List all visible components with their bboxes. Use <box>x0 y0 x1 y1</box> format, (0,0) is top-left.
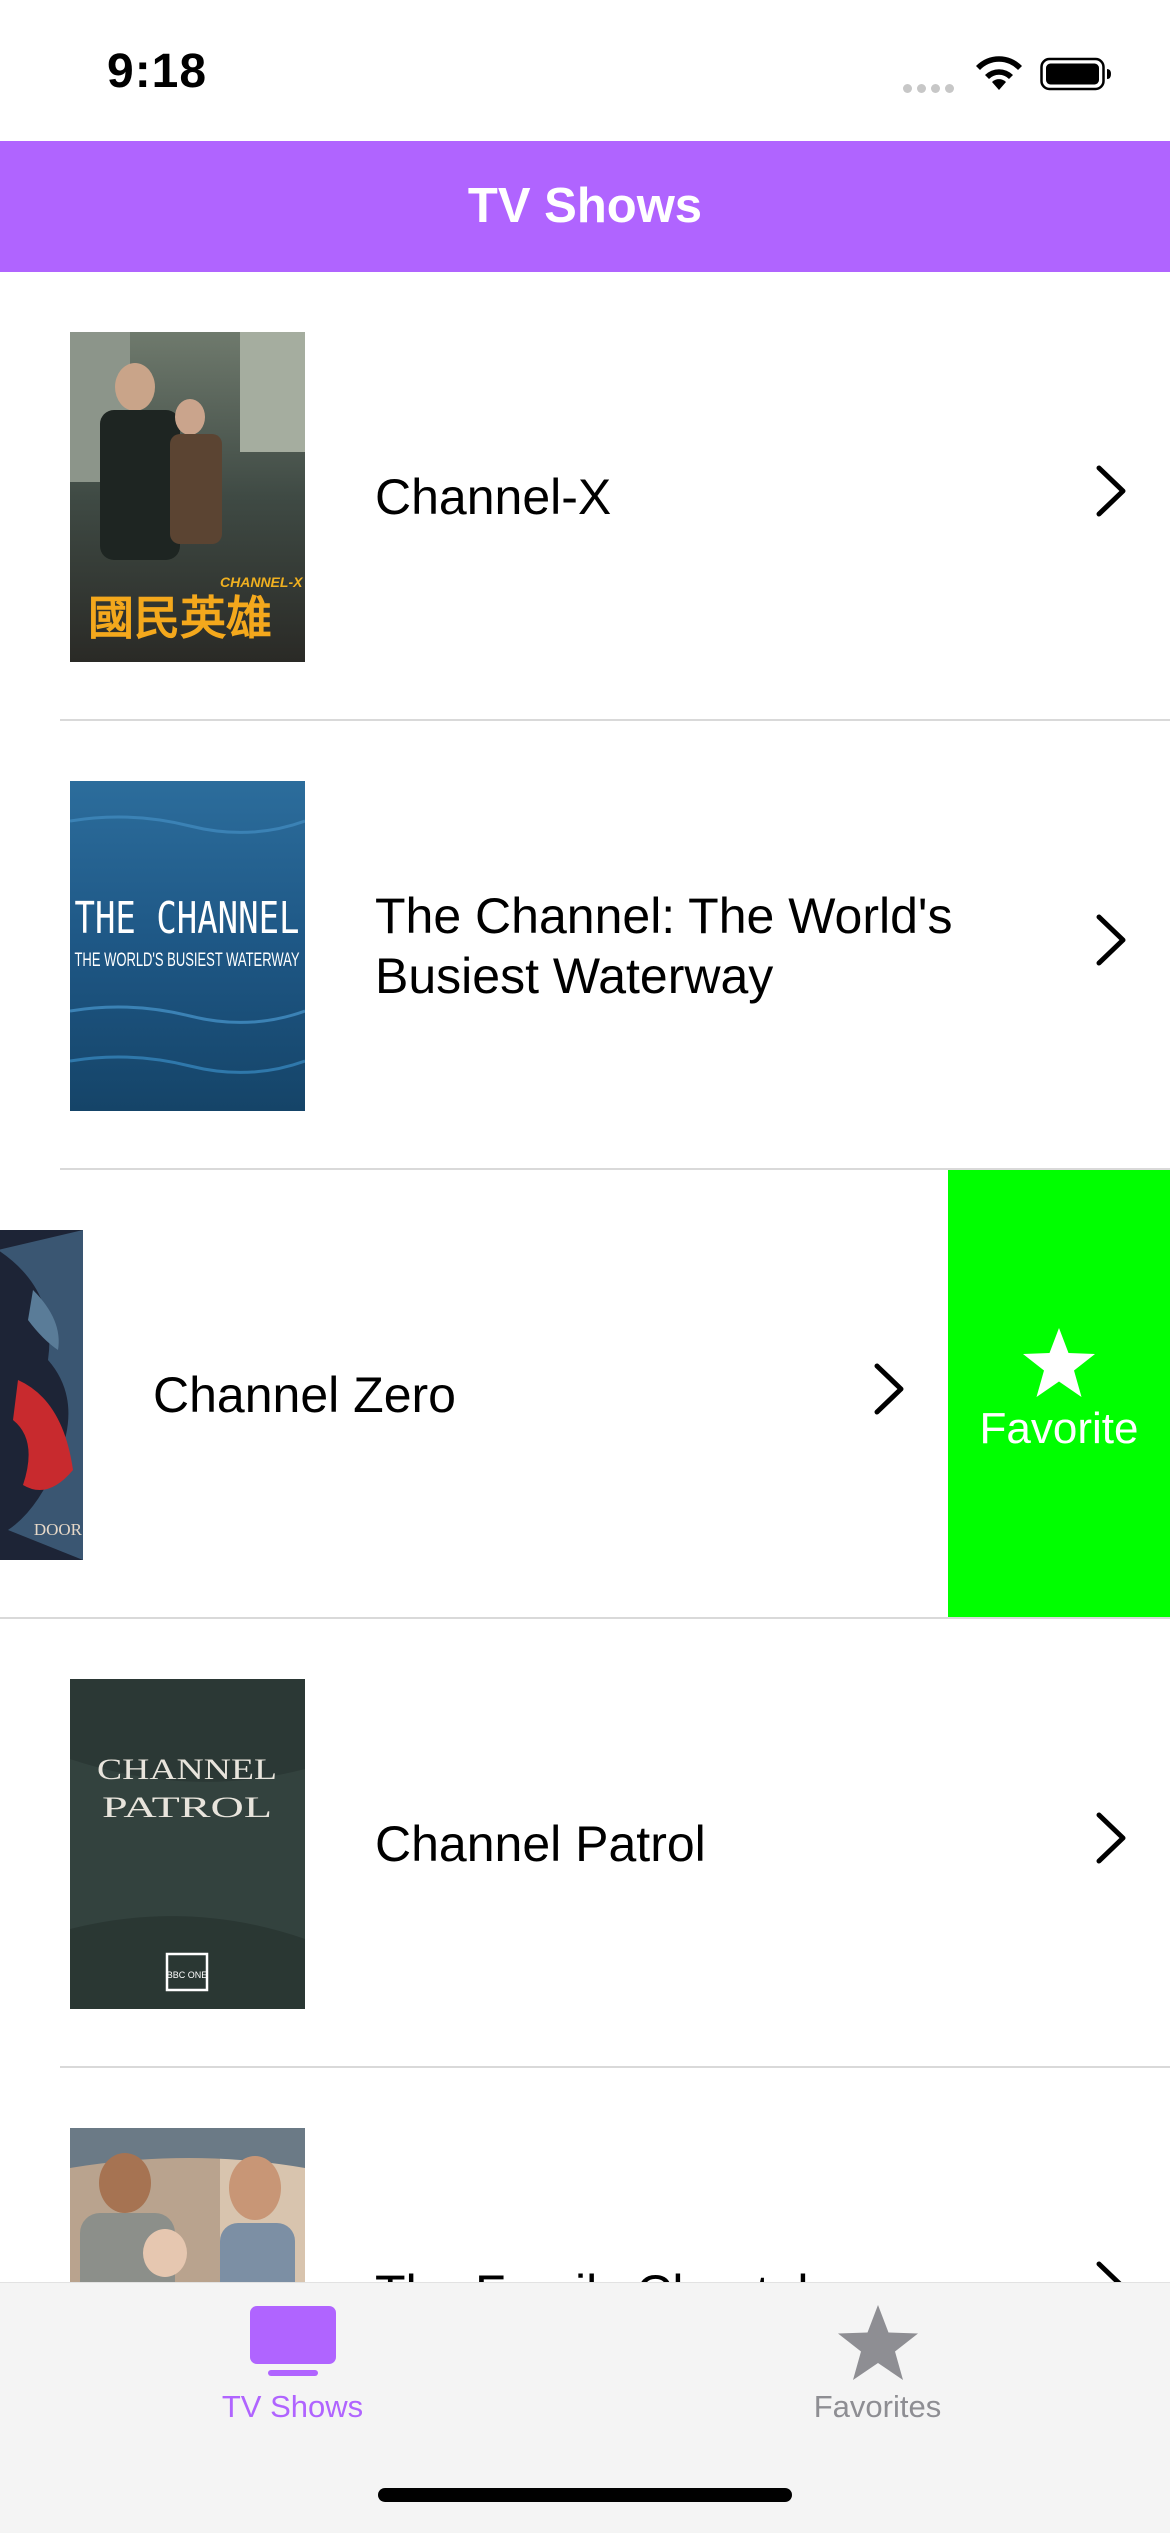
show-title: Channel Zero <box>153 1366 456 1423</box>
poster-subtitle: CHANNEL-X <box>220 574 304 590</box>
status-bar: 9:18 <box>0 0 1170 141</box>
show-poster <box>70 2128 305 2282</box>
star-icon <box>837 2305 918 2380</box>
poster-title: DOOR <box>34 1520 83 1539</box>
swiped-row-content[interactable]: DOOR Channel Zero <box>0 1170 948 1619</box>
star-icon <box>1023 1327 1095 1397</box>
chevron-right-icon <box>1096 465 1126 517</box>
poster-title: THE CHANNEL <box>75 893 300 944</box>
show-title: Channel-X <box>375 468 612 525</box>
poster-title-second-line: PATROL <box>102 1791 272 1824</box>
tv-icon <box>249 2306 336 2376</box>
poster-title: 國民英雄 <box>88 591 272 645</box>
tab-favorites-label: Favorites <box>813 2389 942 2424</box>
cellular-signal-icon <box>903 80 959 93</box>
tab-tv-shows[interactable]: TV Shows <box>0 2283 585 2443</box>
chevron-right-icon <box>1096 1812 1126 1864</box>
poster-subtitle: THE WORLD'S BUSIEST WATERWAY <box>75 950 300 971</box>
show-poster: CHANNEL PATROL BBC ONE <box>70 1679 305 2009</box>
show-poster: DOOR <box>0 1230 83 1560</box>
show-title: Channel Patrol <box>375 1815 706 1872</box>
navigation-bar: TV Shows <box>0 141 1170 272</box>
tv-show-list[interactable]: CHANNEL-X 國民英雄 Channel-X THE CHANNEL THE… <box>0 272 1170 2282</box>
poster-logo: BBC ONE <box>167 1970 208 1980</box>
list-item-swiped[interactable]: DOOR Channel Zero Favorite <box>0 1170 1170 1619</box>
tab-tv-shows-label: TV Shows <box>221 2389 364 2424</box>
show-title: The Family Chantel: <box>375 2068 1020 2283</box>
list-item[interactable]: The Family Chantel: <box>0 2068 1170 2282</box>
status-time: 9:18 <box>107 45 208 98</box>
battery-icon <box>1040 57 1111 91</box>
chevron-right-icon <box>1096 2261 1122 2282</box>
list-item[interactable]: CHANNEL-X 國民英雄 Channel-X <box>0 272 1170 721</box>
poster-title: CHANNEL <box>97 1753 277 1786</box>
show-title: The Channel: The World's Busiest Waterwa… <box>375 887 953 1004</box>
show-poster: CHANNEL-X 國民英雄 <box>70 332 305 662</box>
show-poster: THE CHANNEL THE WORLD'S BUSIEST WATERWAY <box>70 781 305 1111</box>
favorite-action-label: Favorite <box>979 1403 1139 1453</box>
wifi-icon <box>976 56 1022 90</box>
chevron-right-icon <box>1096 914 1126 966</box>
favorite-swipe-action[interactable]: Favorite <box>948 1170 1170 1619</box>
chevron-right-icon <box>874 1363 904 1415</box>
page-title: TV Shows <box>467 179 703 233</box>
list-item[interactable]: THE CHANNEL THE WORLD'S BUSIEST WATERWAY… <box>0 721 1170 1170</box>
home-indicator[interactable] <box>378 2488 792 2502</box>
tab-favorites[interactable]: Favorites <box>585 2283 1170 2443</box>
list-item[interactable]: CHANNEL PATROL BBC ONE Channel Patrol <box>0 1619 1170 2068</box>
